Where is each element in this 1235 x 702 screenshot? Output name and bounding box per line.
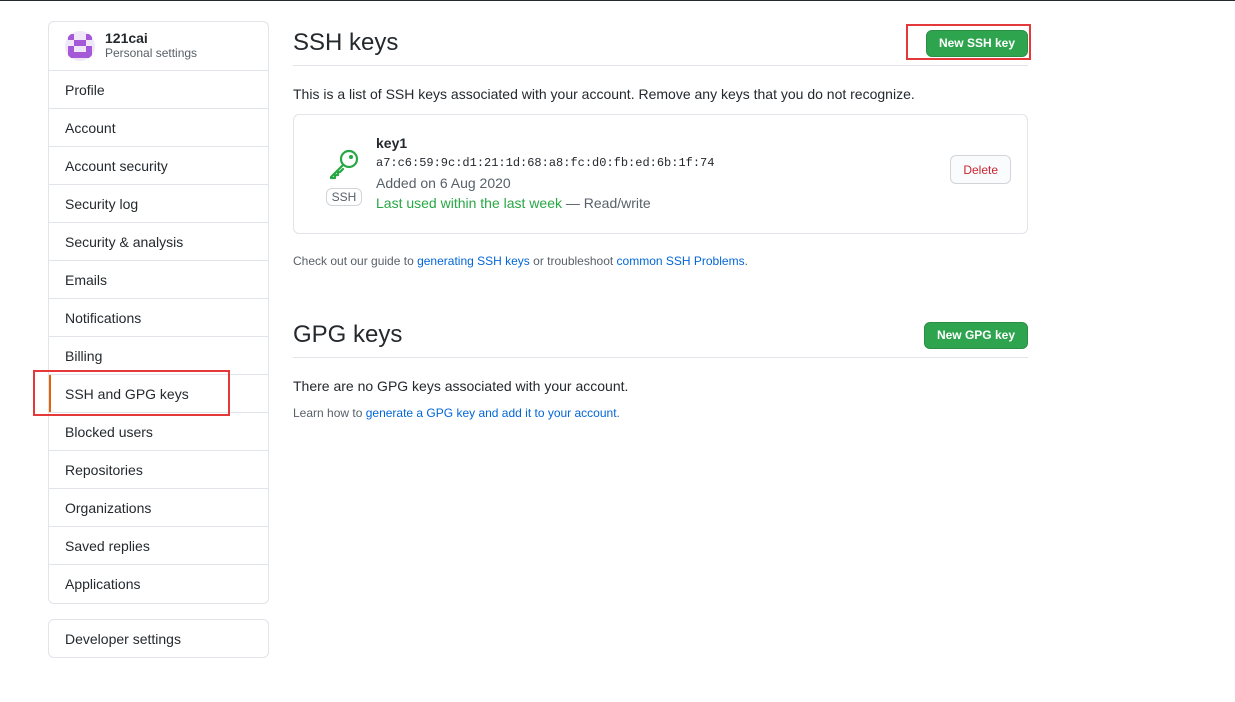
guide-middle: or troubleshoot — [529, 254, 617, 268]
sidebar-item-notifications[interactable]: Notifications — [49, 299, 268, 337]
key-icon-wrap: SSH — [324, 147, 364, 206]
last-used-text: Last used within the last week — [376, 195, 562, 211]
guide-suffix: . — [744, 254, 748, 268]
learn-suffix: . — [616, 406, 620, 420]
sidebar-item-ssh-gpg-keys[interactable]: SSH and GPG keys — [49, 375, 268, 413]
delete-key-button[interactable]: Delete — [950, 155, 1011, 184]
user-name: 121cai — [105, 30, 148, 46]
ssh-description: This is a list of SSH keys associated wi… — [293, 86, 915, 102]
sidebar-item-organizations[interactable]: Organizations — [49, 489, 268, 527]
sidebar-item-security-log[interactable]: Security log — [49, 185, 268, 223]
user-header[interactable]: 121cai Personal settings — [49, 22, 268, 71]
ssh-section-title: SSH keys — [293, 29, 399, 56]
sidebar-item-account-security[interactable]: Account security — [49, 147, 268, 185]
generate-gpg-key-link[interactable]: generate a GPG key and add it to your ac… — [366, 406, 617, 420]
sidebar-item-account[interactable]: Account — [49, 109, 268, 147]
ssh-key-item: SSH key1 a7:c6:59:9c:d1:21:1d:68:a8:fc:d… — [293, 114, 1028, 234]
key-title: key1 — [376, 135, 408, 151]
common-ssh-problems-link[interactable]: common SSH Problems — [617, 254, 745, 268]
sidebar-item-emails[interactable]: Emails — [49, 261, 268, 299]
top-border — [0, 0, 1235, 1]
new-ssh-key-button[interactable]: New SSH key — [925, 29, 1028, 57]
key-info: key1 a7:c6:59:9c:d1:21:1d:68:a8:fc:d0:fb… — [376, 135, 714, 211]
developer-settings-link[interactable]: Developer settings — [48, 619, 269, 658]
ssh-guide-note: Check out our guide to generating SSH ke… — [293, 254, 1028, 268]
no-gpg-keys-message: There are no GPG keys associated with yo… — [293, 378, 629, 394]
generating-ssh-keys-link[interactable]: generating SSH keys — [417, 254, 530, 268]
main-content: SSH keys New SSH key This is a list of S… — [293, 21, 1028, 420]
sidebar-item-blocked-users[interactable]: Blocked users — [49, 413, 268, 451]
new-gpg-key-button[interactable]: New GPG key — [923, 321, 1028, 349]
sidebar-item-security-analysis[interactable]: Security & analysis — [49, 223, 268, 261]
avatar — [65, 31, 95, 61]
key-last-used: Last used within the last week — Read/wr… — [376, 195, 714, 211]
ssh-badge: SSH — [325, 188, 363, 206]
key-added-date: Added on 6 Aug 2020 — [376, 175, 511, 191]
settings-sidebar: 121cai Personal settings Profile Account… — [48, 21, 269, 604]
gpg-section-title: GPG keys — [293, 321, 403, 348]
sidebar-item-repositories[interactable]: Repositories — [49, 451, 268, 489]
learn-prefix: Learn how to — [293, 406, 366, 420]
sidebar-item-applications[interactable]: Applications — [49, 565, 268, 603]
gpg-learn-note: Learn how to generate a GPG key and add … — [293, 406, 1028, 420]
sidebar-item-profile[interactable]: Profile — [49, 71, 268, 109]
gpg-section-header: GPG keys New GPG key — [293, 313, 1028, 358]
key-fingerprint: a7:c6:59:9c:d1:21:1d:68:a8:fc:d0:fb:ed:6… — [376, 156, 715, 170]
sidebar-item-billing[interactable]: Billing — [49, 337, 268, 375]
key-icon — [327, 147, 361, 184]
sidebar-item-saved-replies[interactable]: Saved replies — [49, 527, 268, 565]
guide-prefix: Check out our guide to — [293, 254, 418, 268]
key-access: — Read/write — [562, 195, 651, 211]
user-subtitle: Personal settings — [105, 46, 198, 60]
gpg-section: GPG keys New GPG key There are no GPG ke… — [293, 313, 1028, 420]
ssh-section-header: SSH keys New SSH key — [293, 21, 1028, 66]
